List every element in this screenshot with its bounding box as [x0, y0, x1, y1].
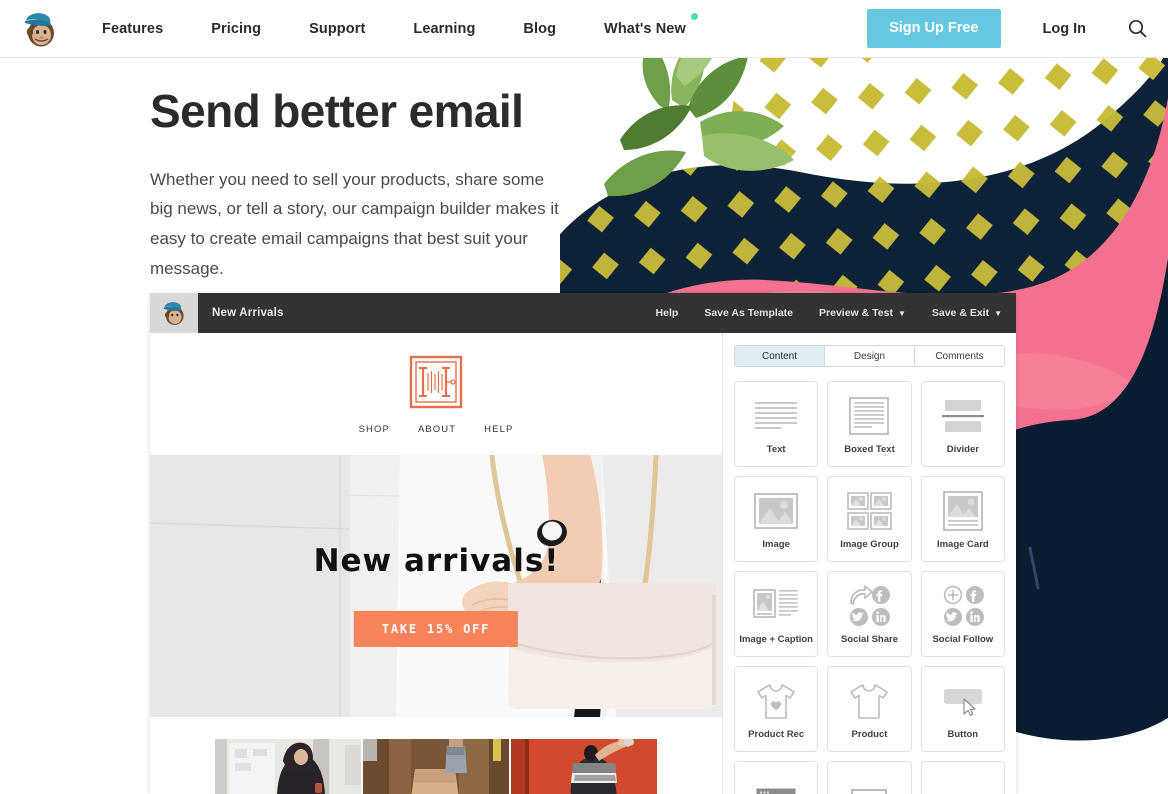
preview-and-test-dropdown[interactable]: Preview & Test ▼	[819, 307, 906, 319]
page-title: Send better email	[150, 85, 524, 137]
product-rec-block-icon	[752, 678, 800, 724]
social-share-block-icon	[847, 583, 891, 629]
search-icon[interactable]	[1126, 18, 1148, 40]
email-preview-pane[interactable]: SHOP ABOUT HELP New arrivals! TAKE 15% O…	[150, 333, 723, 794]
product-block-icon	[845, 678, 893, 724]
product-photo-red-wall[interactable]	[511, 739, 657, 794]
help-label: Help	[655, 307, 679, 319]
save-and-exit-dropdown[interactable]: Save & Exit ▼	[932, 307, 1002, 319]
email-builder-screenshot: New Arrivals Help Save As Template Previ…	[150, 293, 1016, 794]
block-code[interactable]	[734, 761, 819, 794]
log-in-link[interactable]: Log In	[1043, 21, 1087, 37]
nav-link-support[interactable]: Support	[309, 21, 365, 37]
line-block-icon	[939, 779, 987, 794]
nav-link-pricing[interactable]: Pricing	[211, 21, 261, 37]
block-boxed-text-label: Boxed Text	[844, 444, 895, 455]
block-image-caption-label: Image + Caption	[739, 634, 813, 645]
block-image-group[interactable]: Image Group	[827, 476, 912, 562]
campaign-title: New Arrivals	[212, 307, 284, 319]
nav-links: Features Pricing Support Learning Blog W…	[102, 12, 698, 37]
block-image-label: Image	[762, 539, 790, 550]
sign-up-free-button[interactable]: Sign Up Free	[867, 9, 1001, 48]
builder-logo-icon[interactable]	[150, 293, 198, 333]
boxed-text-block-icon	[846, 393, 892, 439]
block-product-label: Product	[851, 729, 888, 740]
chevron-down-icon: ▼	[897, 309, 906, 318]
hero-subtitle: Whether you need to sell your products, …	[150, 169, 559, 278]
nav-link-blog[interactable]: Blog	[523, 21, 556, 37]
hero-photo-woman-with-handbag	[150, 455, 722, 717]
tab-content[interactable]: Content	[735, 346, 825, 366]
builder-body: SHOP ABOUT HELP New arrivals! TAKE 15% O…	[150, 333, 1016, 794]
email-nav-shop[interactable]: SHOP	[359, 424, 390, 435]
block-image-card-label: Image Card	[936, 539, 989, 550]
block-text[interactable]: Text	[734, 381, 819, 467]
tab-design[interactable]: Design	[825, 346, 915, 366]
email-nav-help[interactable]: HELP	[484, 424, 513, 435]
save-as-template-button[interactable]: Save As Template	[704, 307, 793, 319]
image-caption-block-icon	[752, 583, 800, 629]
block-product[interactable]: Product	[827, 666, 912, 752]
panel-tabs: Content Design Comments	[734, 345, 1005, 367]
new-badge-dot	[690, 12, 698, 20]
email-hero-image-block[interactable]: New arrivals! TAKE 15% OFF	[150, 455, 722, 717]
preview-and-test-label: Preview & Test	[819, 307, 893, 319]
block-text-label: Text	[766, 444, 786, 455]
image-group-block-icon	[845, 488, 893, 534]
top-navigation-bar: Features Pricing Support Learning Blog W…	[0, 0, 1168, 58]
block-product-rec-label: Product Rec	[748, 729, 805, 740]
builder-toolbar: New Arrivals Help Save As Template Previ…	[150, 293, 1016, 333]
content-blocks-grid: Text Boxed Text Divider Image Image Grou…	[734, 381, 1005, 794]
chevron-down-icon: ▼	[994, 309, 1002, 318]
block-social-share-label: Social Share	[840, 634, 898, 645]
button-block-icon	[939, 678, 987, 724]
block-social-share[interactable]: Social Share	[827, 571, 912, 657]
social-follow-block-icon	[941, 583, 985, 629]
nav-link-whats-new[interactable]: What's New	[604, 12, 698, 37]
text-block-icon	[753, 393, 799, 439]
block-image[interactable]: Image	[734, 476, 819, 562]
block-boxed-text[interactable]: Boxed Text	[827, 381, 912, 467]
hero-text-block: Send better email Whether you need to se…	[0, 58, 560, 284]
product-photo-woman-window[interactable]	[215, 739, 361, 794]
block-button[interactable]: Button	[920, 666, 1005, 752]
help-button[interactable]: Help	[656, 307, 679, 319]
image-block-icon	[752, 488, 800, 534]
nav-link-learning[interactable]: Learning	[413, 21, 475, 37]
content-blocks-panel: Content Design Comments Text Boxed Text …	[723, 333, 1016, 794]
nav-link-whats-new-label: What's New	[604, 20, 686, 37]
email-hero-heading: New arrivals!	[313, 543, 560, 579]
nav-link-features[interactable]: Features	[102, 21, 163, 37]
block-box[interactable]	[827, 761, 912, 794]
nav-right-actions: Sign Up Free Log In	[867, 9, 1148, 48]
tab-comments[interactable]: Comments	[915, 346, 1004, 366]
email-header: SHOP ABOUT HELP	[150, 333, 722, 455]
save-as-template-label: Save As Template	[704, 307, 794, 319]
email-product-image-group	[150, 717, 722, 794]
block-image-caption[interactable]: Image + Caption	[734, 571, 819, 657]
product-photo-handbag[interactable]	[363, 739, 509, 794]
box-block-icon	[845, 779, 893, 794]
mailchimp-landing-page: Features Pricing Support Learning Blog W…	[0, 0, 1168, 794]
mailchimp-freddie-logo[interactable]	[20, 9, 60, 49]
email-nav-about[interactable]: ABOUT	[418, 424, 456, 435]
block-product-rec[interactable]: Product Rec	[734, 666, 819, 752]
block-divider[interactable]: Divider	[920, 381, 1005, 467]
code-block-icon	[752, 779, 800, 794]
block-image-card[interactable]: Image Card	[920, 476, 1005, 562]
store-brand-logo	[408, 354, 464, 410]
block-image-group-label: Image Group	[840, 539, 899, 550]
divider-block-icon	[940, 393, 986, 439]
email-nav: SHOP ABOUT HELP	[359, 424, 514, 435]
builder-toolbar-actions: Help Save As Template Preview & Test ▼ S…	[630, 307, 1002, 319]
image-card-block-icon	[939, 488, 987, 534]
save-and-exit-label: Save & Exit	[931, 307, 990, 319]
block-button-label: Button	[947, 729, 979, 740]
email-hero-cta-button[interactable]: TAKE 15% OFF	[353, 611, 519, 647]
block-divider-label: Divider	[946, 444, 979, 455]
block-line[interactable]	[920, 761, 1005, 794]
block-social-follow[interactable]: Social Follow	[920, 571, 1005, 657]
block-social-follow-label: Social Follow	[932, 634, 994, 645]
